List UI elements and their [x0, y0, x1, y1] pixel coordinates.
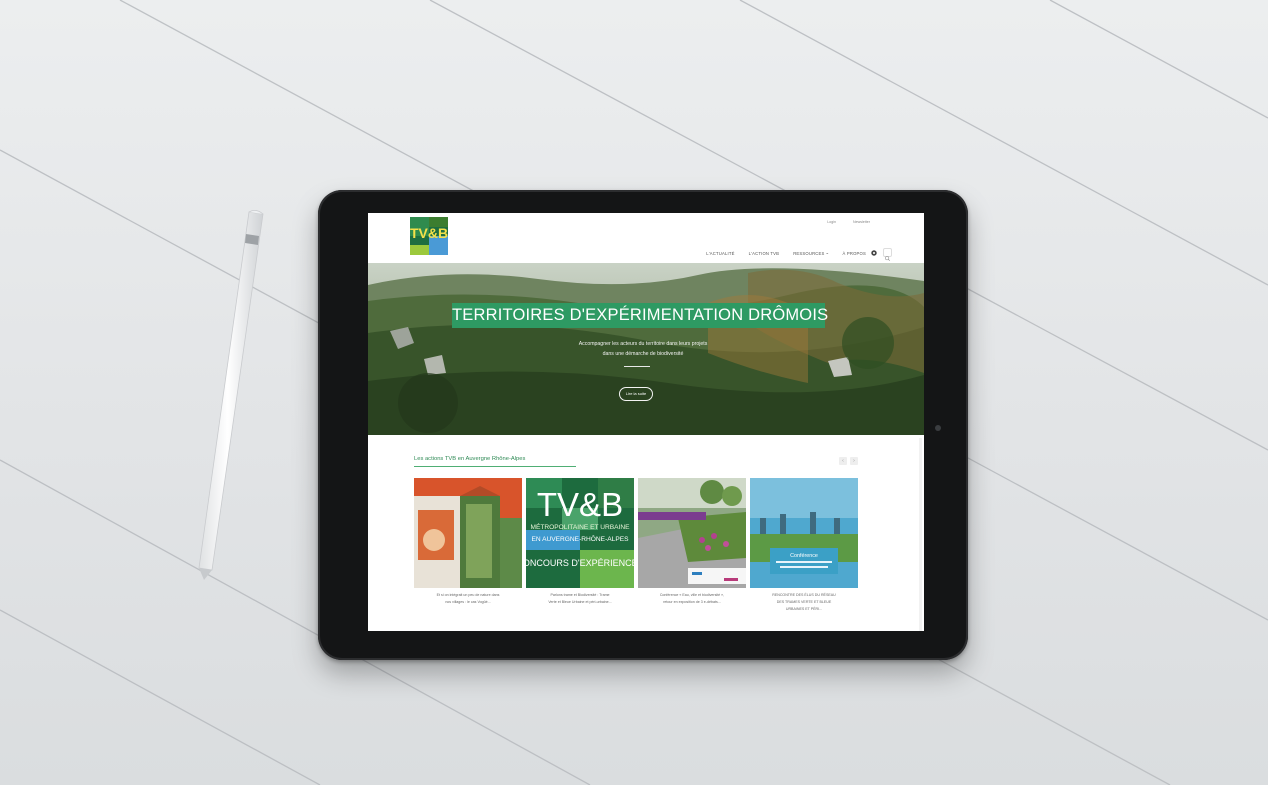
hero-subtitle-line-1: Accompagner les acteurs du territoire da… — [578, 341, 708, 347]
caption-line: Conférence « Eau, ville et biodiversité … — [659, 593, 725, 597]
tablet-screen: TV&B Login Newsletter L'ACTUALITÉ L'ACTI… — [368, 213, 924, 631]
card-image: TV&B MÉTROPOLITAINE ET URBAINE EN AUVERG… — [526, 478, 634, 588]
hero-subtitle: Accompagner les acteurs du territoire da… — [518, 339, 768, 359]
login-link[interactable]: Login — [827, 220, 836, 224]
caption-line: retour en exposition de 3 e-débats... — [663, 600, 721, 604]
card-caption: Et si on intégrait un peu de nature dans… — [414, 592, 522, 606]
read-more-button[interactable]: Lire la suite — [619, 387, 653, 401]
carousel-controls: ‹ › — [839, 457, 858, 465]
card-big-logo-text: TV&B — [537, 486, 623, 523]
actions-heading-underline — [414, 466, 576, 467]
caption-line: RENCONTRE DES ÉLUS DU RÉSEAU — [772, 593, 836, 597]
caption-line: Et si on intégrait un peu de nature dans — [436, 593, 500, 597]
tablet-camera — [935, 425, 941, 431]
nav-item-action-tvb[interactable]: L'ACTION TVB — [749, 251, 780, 256]
caption-line: Parlons trame et Biodiversité : Trame — [550, 593, 610, 597]
card-line-2: EN AUVERGNE-RHÔNE-ALPES — [531, 534, 629, 543]
caption-line: Verte et Bleue Urbaine et péri-urbaine..… — [548, 600, 612, 604]
logo-text: TV&B — [410, 225, 448, 241]
card-caption: Parlons trame et Biodiversité : Trame Ve… — [526, 592, 634, 606]
card-image: Conférence — [750, 478, 858, 588]
hero-subtitle-line-2: dans une démarche de biodiversité — [602, 351, 684, 357]
search-button[interactable] — [883, 248, 892, 262]
action-card[interactable]: Conférence — [750, 478, 858, 588]
nav-item-a-propos[interactable]: À PROPOS — [843, 251, 866, 256]
site-logo[interactable]: TV&B — [410, 217, 448, 255]
site-header: TV&B Login Newsletter L'ACTUALITÉ L'ACTI… — [368, 213, 924, 263]
nav-item-ressources[interactable]: RESSOURCES ~ — [793, 251, 828, 256]
card-caption: Conférence « Eau, ville et biodiversité … — [638, 592, 746, 606]
action-card[interactable] — [414, 478, 522, 588]
carousel-prev-button[interactable]: ‹ — [839, 457, 847, 465]
card-caption: RENCONTRE DES ÉLUS DU RÉSEAU DES TRAMES … — [750, 592, 858, 613]
gear-icon[interactable] — [870, 249, 878, 257]
card-image — [414, 478, 522, 588]
search-icon — [885, 256, 891, 262]
action-card[interactable] — [638, 478, 746, 588]
hero-divider — [624, 366, 650, 367]
card-line-3: CONCOURS D'EXPÉRIENCES — [526, 558, 634, 568]
carousel-next-button[interactable]: › — [850, 457, 858, 465]
card-conference-title: Conférence — [790, 553, 818, 559]
actions-heading: Les actions TVB en Auvergne Rhône-Alpes — [414, 456, 526, 462]
page-scrollbar[interactable] — [919, 438, 922, 631]
newsletter-link[interactable]: Newsletter — [853, 220, 870, 224]
main-nav: L'ACTUALITÉ L'ACTION TVB RESSOURCES ~ À … — [706, 251, 866, 256]
caption-line: DES TRAMES VERTE ET BLEUE — [776, 600, 832, 604]
hero-banner: TERRITOIRES D'EXPÉRIMENTATION DRÔMOIS Ac… — [368, 263, 924, 435]
card-line-1: MÉTROPOLITAINE ET URBAINE — [530, 522, 630, 531]
action-card[interactable]: TV&B MÉTROPOLITAINE ET URBAINE EN AUVERG… — [526, 478, 634, 588]
caption-line: URBAINES ET PÉRI... — [785, 607, 823, 611]
nav-item-actualite[interactable]: L'ACTUALITÉ — [706, 251, 734, 256]
caption-line: nos villages : le cas Vogüé... — [445, 600, 491, 604]
hero-title: TERRITOIRES D'EXPÉRIMENTATION DRÔMOIS — [452, 303, 828, 328]
card-image — [638, 478, 746, 588]
